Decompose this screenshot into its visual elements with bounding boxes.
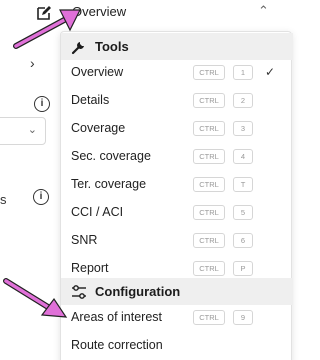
chevron-right-icon[interactable]: › [30,55,35,71]
menu-item-details[interactable]: Details CTRL 2 [61,86,293,114]
menu-item-coverage[interactable]: Coverage CTRL 3 [61,114,293,142]
edit-icon[interactable] [36,5,52,21]
menu-item-snr[interactable]: SNR CTRL 6 [61,226,293,254]
menu-item-ter-coverage[interactable]: Ter. coverage CTRL T [61,170,293,198]
background-select[interactable]: ⌄ [0,117,46,145]
menu-item-cci-aci[interactable]: CCI / ACI CTRL 5 [61,198,293,226]
info-icon[interactable]: i [34,96,50,112]
background-label: s [0,192,7,207]
menu-item-sec-coverage[interactable]: Sec. coverage CTRL 4 [61,142,293,170]
menu-item-route-correction[interactable]: Route correction [61,331,293,359]
tools-section-header: Tools [61,33,293,60]
configuration-section-header: Configuration [61,278,293,305]
menu-item-overview[interactable]: Overview CTRL 1 ✓ [61,58,293,86]
chevron-up-icon[interactable]: ⌃ [258,3,269,19]
menu-item-areas-of-interest[interactable]: Areas of interest CTRL 9 [61,303,293,331]
chevron-down-icon: ⌄ [27,124,37,136]
info-icon[interactable]: i [33,189,49,205]
view-dropdown-trigger[interactable]: Overview [72,4,126,19]
wrench-icon [71,41,84,54]
sliders-icon [72,284,86,299]
checkmark-icon: ✓ [265,65,276,79]
view-menu: Tools Overview CTRL 1 ✓ Details CTRL 2 C… [60,31,293,360]
configuration-heading: Configuration [95,284,181,299]
tools-heading: Tools [95,39,129,54]
